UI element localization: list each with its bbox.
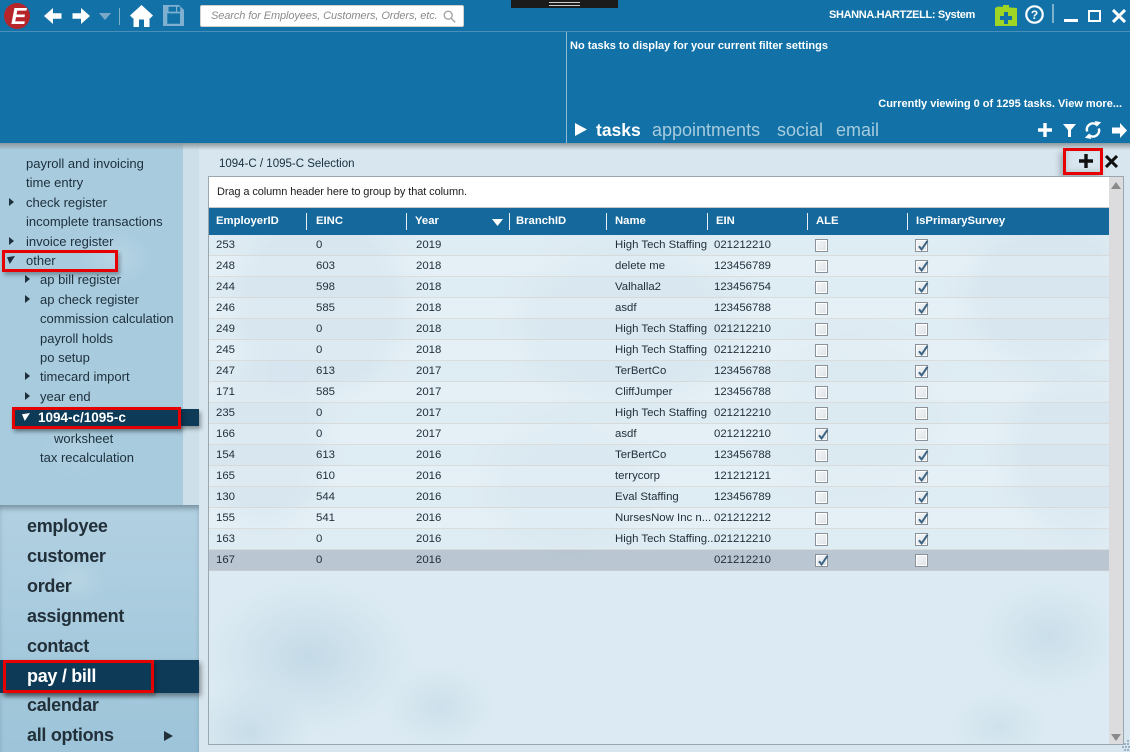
svg-text:?: ? <box>1031 8 1038 22</box>
